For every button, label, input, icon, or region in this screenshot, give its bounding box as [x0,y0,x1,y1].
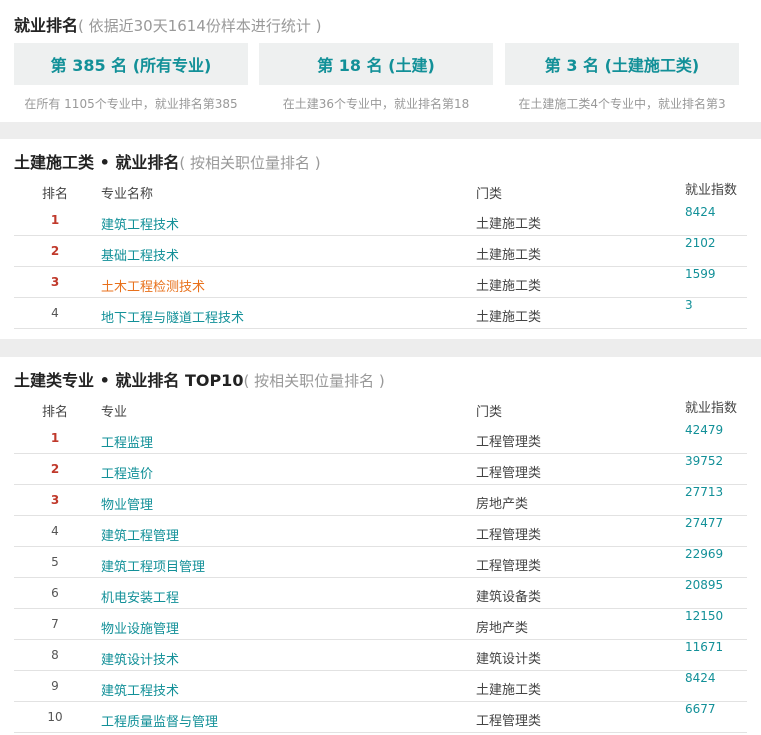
row-category: 建筑设计类 [476,652,542,667]
category-subtitle: ( 按相关职位量排名 ) [179,154,321,172]
row-rank: 6 [51,586,59,600]
row-rank: 10 [47,710,63,724]
table-row: 3 土木工程检测技术 土建施工类 1599 [14,267,747,298]
row-index: 39752 [685,454,724,468]
major-link[interactable]: 物业管理 [101,494,153,513]
summary-title: 就业排名 [14,16,79,35]
category-table-rows: 1 建筑工程技术 土建施工类 8424 2 基础工程技术 土建施工类 2102 … [14,205,747,329]
row-rank: 3 [50,493,60,507]
row-rank: 7 [51,617,59,631]
major-link[interactable]: 建筑工程技术 [101,214,179,233]
table-row: 4 地下工程与隧道工程技术 土建施工类 3 [14,298,747,329]
header-category: 门类 [476,187,503,202]
row-rank: 8 [51,648,59,662]
row-index: 3 [685,298,693,312]
row-index: 2102 [685,236,716,250]
category-ranking-card: 土建施工类 • 就业排名( 按相关职位量排名 ) 排名 专业名称 门类 就业指数… [0,139,761,339]
row-rank: 4 [51,306,59,320]
row-category: 工程管理类 [476,466,542,481]
table-row: 7 物业设施管理 房地产类 12150 [14,609,747,640]
top10-heading: 土建类专业 • 就业排名 TOP10( 按相关职位量排名 ) [14,367,385,391]
table-row: 1 工程监理 工程管理类 42479 [14,423,747,454]
header-name: 专业 [101,405,128,420]
row-rank: 9 [51,679,59,693]
row-index: 27713 [685,485,724,499]
employment-rank-summary: 就业排名( 依据近30天1614份样本进行统计 ) 第 385 名 (所有专业)… [0,0,761,122]
row-index: 20895 [685,578,724,592]
row-rank: 1 [50,213,60,227]
header-category: 门类 [476,405,503,420]
header-rank: 排名 [41,405,68,420]
table-row: 1 建筑工程技术 土建施工类 8424 [14,205,747,236]
row-index: 6677 [685,702,716,716]
table-row: 4 建筑工程管理 工程管理类 27477 [14,516,747,547]
top10-table-rows: 1 工程监理 工程管理类 42479 2 工程造价 工程管理类 39752 3 … [14,423,747,733]
major-link[interactable]: 工程质量监督与管理 [101,711,218,730]
row-category: 建筑设备类 [476,590,542,605]
row-rank: 2 [50,462,60,476]
row-category: 房地产类 [476,497,529,512]
row-rank: 5 [51,555,59,569]
summary-heading: 就业排名( 依据近30天1614份样本进行统计 ) [14,12,322,36]
row-index: 11671 [685,640,724,654]
header-index: 就业指数 [685,401,738,416]
major-link[interactable]: 地下工程与隧道工程技术 [101,307,244,326]
category-heading: 土建施工类 • 就业排名( 按相关职位量排名 ) [14,149,321,173]
row-category: 工程管理类 [476,559,542,574]
major-link[interactable]: 建筑工程技术 [101,680,179,699]
major-link[interactable]: 机电安装工程 [101,587,179,606]
table-row: 10 工程质量监督与管理 工程管理类 6677 [14,702,747,733]
row-category: 房地产类 [476,621,529,636]
major-link-current[interactable]: 土木工程检测技术 [101,276,205,295]
rank-box-all-majors: 第 385 名 (所有专业) [14,43,248,85]
row-rank: 2 [50,244,60,258]
row-category: 工程管理类 [476,435,542,450]
major-link[interactable]: 建筑工程管理 [101,525,179,544]
row-index: 1599 [685,267,716,281]
major-link[interactable]: 基础工程技术 [101,245,179,264]
table-row: 6 机电安装工程 建筑设备类 20895 [14,578,747,609]
row-rank: 1 [50,431,60,445]
header-rank: 排名 [41,187,68,202]
rank-box-construction: 第 3 名 (土建施工类) [505,43,739,85]
major-link[interactable]: 物业设施管理 [101,618,179,637]
row-index: 8424 [685,205,716,219]
top10-subtitle: ( 按相关职位量排名 ) [243,372,385,390]
row-index: 27477 [685,516,724,530]
summary-subtitle: ( 依据近30天1614份样本进行统计 ) [78,17,322,35]
table-row: 2 工程造价 工程管理类 39752 [14,454,747,485]
row-index: 42479 [685,423,724,437]
row-category: 工程管理类 [476,528,542,543]
major-link[interactable]: 工程监理 [101,432,153,451]
table-row: 9 建筑工程技术 土建施工类 8424 [14,671,747,702]
rank-note-construction: 在土建施工类4个专业中，就业排名第3 [518,97,726,111]
table-row: 3 物业管理 房地产类 27713 [14,485,747,516]
row-rank: 3 [50,275,60,289]
row-category: 土建施工类 [476,310,542,325]
row-category: 土建施工类 [476,279,542,294]
rank-note-all-majors: 在所有 1105个专业中，就业排名第385 [24,97,238,111]
row-index: 12150 [685,609,724,623]
table-row: 8 建筑设计技术 建筑设计类 11671 [14,640,747,671]
table-row: 2 基础工程技术 土建施工类 2102 [14,236,747,267]
top10-title: 土建类专业 • 就业排名 TOP10 [14,371,244,390]
header-index: 就业指数 [685,183,738,198]
row-index: 8424 [685,671,716,685]
row-category: 工程管理类 [476,714,542,729]
top10-ranking-card: 土建类专业 • 就业排名 TOP10( 按相关职位量排名 ) 排名 专业 门类 … [0,357,761,735]
category-title: 土建施工类 • 就业排名 [14,153,180,172]
row-category: 土建施工类 [476,683,542,698]
row-rank: 4 [51,524,59,538]
major-link[interactable]: 建筑设计技术 [101,649,179,668]
rank-box-civil: 第 18 名 (土建) [259,43,493,85]
row-index: 22969 [685,547,724,561]
row-category: 土建施工类 [476,217,542,232]
major-link[interactable]: 工程造价 [101,463,153,482]
header-name: 专业名称 [101,187,154,202]
rank-note-civil: 在土建36个专业中，就业排名第18 [282,97,470,111]
major-link[interactable]: 建筑工程项目管理 [101,556,205,575]
table-row: 5 建筑工程项目管理 工程管理类 22969 [14,547,747,578]
row-category: 土建施工类 [476,248,542,263]
